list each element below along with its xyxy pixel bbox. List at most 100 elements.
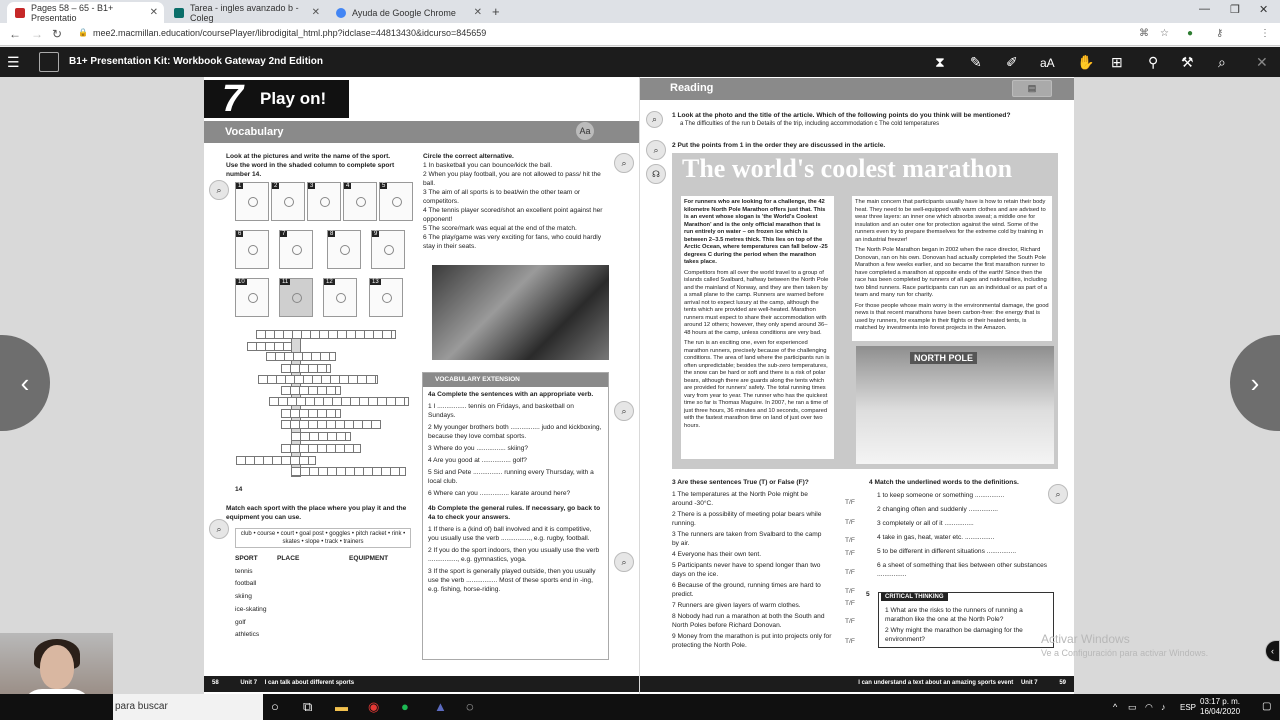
task-view-icon[interactable]: ⧉ [303, 699, 312, 715]
crossword-row[interactable] [291, 432, 351, 441]
spotify-icon[interactable]: ● [401, 699, 409, 714]
tf-marker[interactable]: T/F [845, 617, 855, 626]
zoom-q2-icon[interactable]: ⌕ [646, 140, 666, 160]
language-indicator[interactable]: ESP [1180, 703, 1196, 712]
tab-chrome-help[interactable]: Ayuda de Google Chrome ✕ [328, 2, 488, 23]
app-icon[interactable]: ◌ [466, 699, 474, 714]
forward-icon[interactable]: → [31, 27, 43, 41]
tab-tarea[interactable]: Tarea - ingles avanzado b - Coleg ✕ [166, 2, 326, 23]
crossword-row[interactable] [266, 352, 336, 361]
app-icon[interactable]: ▲ [434, 699, 447, 714]
wifi-icon[interactable]: ◠ [1145, 702, 1153, 713]
cortana-icon[interactable]: ○ [271, 699, 279, 714]
audio-icon[interactable]: ☊ [646, 164, 666, 184]
q4-text: 4 Match the underlined words to the defi… [869, 479, 1019, 486]
sport-row: football [235, 580, 257, 587]
crossword-row[interactable] [281, 409, 341, 418]
zoom-q1-icon[interactable]: ⌕ [646, 111, 663, 128]
footer-unit: Unit 7 [1020, 680, 1038, 686]
zoom-ex1-icon[interactable]: ⌕ [209, 180, 229, 200]
menu-icon[interactable]: ☰ [7, 54, 20, 71]
zoom-ex2-icon[interactable]: ⌕ [209, 519, 229, 539]
grid-icon[interactable]: ⊞ [1111, 54, 1123, 71]
close-tab-icon[interactable]: ✕ [150, 7, 158, 18]
close-tab-icon[interactable]: ✕ [474, 7, 482, 18]
restore-icon[interactable]: ❐ [1230, 3, 1240, 16]
notifications-icon[interactable]: ▢ [1262, 701, 1271, 712]
tab-pages[interactable]: Pages 58 – 65 - B1+ Presentatio ✕ [7, 2, 164, 23]
article-paragraph: Competitors from all over the world trav… [684, 269, 829, 336]
zoom-ex4a-icon[interactable]: ⌕ [614, 401, 634, 421]
back-icon[interactable]: ← [9, 27, 21, 41]
crossword-row[interactable] [291, 467, 406, 476]
address-bar: ← → ↻ 🔒 mee2.macmillan.education/courseP… [0, 23, 1280, 46]
translate-icon[interactable]: ⌘ [1139, 28, 1149, 39]
north-pole-photo: NORTH POLE [856, 346, 1054, 464]
crossword-grid[interactable] [236, 328, 411, 480]
crossword-row[interactable] [236, 456, 316, 465]
new-tab-icon[interactable]: + [492, 4, 500, 19]
glossary-icon[interactable]: Aa [576, 122, 594, 140]
network-icon[interactable]: ▭ [1128, 702, 1137, 713]
font-size-icon[interactable]: aA [1040, 56, 1055, 70]
book-icon[interactable] [39, 52, 59, 72]
hourglass-icon[interactable]: ⧗ [935, 54, 945, 71]
reading-header: Reading [640, 78, 1074, 100]
url-field[interactable]: mee2.macmillan.education/coursePlayer/li… [93, 28, 486, 38]
extension-icon[interactable]: ● [1187, 28, 1193, 39]
tf-marker[interactable]: T/F [845, 637, 855, 646]
crossword-row[interactable] [281, 364, 331, 373]
crossword-14-label: 14 [235, 486, 243, 493]
search-icon[interactable]: ⌕ [1218, 54, 1226, 71]
tf-marker[interactable]: T/F [845, 599, 855, 608]
close-icon[interactable]: ✕ [1256, 54, 1268, 71]
taskbar-search[interactable]: para buscar [113, 694, 263, 720]
tf-marker[interactable]: T/F [845, 518, 855, 527]
zoom-ex4b-icon[interactable]: ⌕ [614, 552, 634, 572]
chrome-icon[interactable]: ◉ [368, 699, 379, 715]
crossword-row[interactable] [281, 386, 341, 395]
critical-thinking-box: CRITICAL THINKING 1 What are the risks t… [878, 592, 1054, 648]
q3-item: 3 The runners are taken from Svalbard to… [672, 531, 822, 547]
key-icon[interactable]: ⚷ [1216, 28, 1223, 39]
minimize-icon[interactable]: — [1199, 3, 1210, 15]
tools-icon[interactable]: ⚒ [1181, 54, 1194, 71]
taskbar-clock[interactable]: 03:17 p. m. 16/04/2020 [1200, 697, 1240, 717]
question-4: 4 Match the underlined words to the defi… [869, 478, 1049, 579]
tf-marker[interactable]: T/F [845, 549, 855, 558]
zoom-q4-icon[interactable]: ⌕ [1048, 484, 1068, 504]
q4-item: 1 to keep someone or something .........… [877, 492, 1005, 499]
tray-chevron-icon[interactable]: ^ [1113, 702, 1117, 712]
tab-label: Ayuda de Google Chrome [352, 7, 456, 18]
close-window-icon[interactable]: ✕ [1259, 3, 1268, 16]
crossword-row[interactable] [256, 330, 396, 339]
reload-icon[interactable]: ↻ [52, 27, 62, 41]
q3-item: 8 Nobody had run a marathon at both the … [672, 613, 825, 629]
watermark-subtitle: Ve a Configuración para activar Windows. [1041, 648, 1209, 658]
lock-icon[interactable]: 🔒 [78, 28, 88, 37]
crossword-row[interactable] [281, 420, 381, 429]
crossword-row[interactable] [258, 375, 378, 384]
article-paragraph: For those people whose main worry is the… [855, 302, 1049, 332]
hand-icon[interactable]: ✋ [1077, 54, 1094, 71]
more-icon[interactable]: ⋮ [1260, 28, 1270, 39]
crossword-row[interactable] [269, 397, 409, 406]
zoom-ex3-icon[interactable]: ⌕ [614, 153, 634, 173]
tf-marker[interactable]: T/F [845, 568, 855, 577]
picture-1: 1 [235, 182, 269, 221]
side-tab-icon[interactable]: ‹ [1265, 640, 1280, 662]
crossword-row[interactable] [281, 444, 361, 453]
close-tab-icon[interactable]: ✕ [312, 7, 320, 18]
tf-marker[interactable]: T/F [845, 498, 855, 507]
section-title: Vocabulary [225, 126, 284, 138]
bookmark-star-icon[interactable]: ☆ [1160, 28, 1169, 39]
volume-icon[interactable]: ♪ [1161, 702, 1166, 712]
file-explorer-icon[interactable]: ▬ [335, 699, 348, 714]
article-paragraph: The North Pole Marathon began in 2002 wh… [855, 247, 1048, 298]
pin-icon[interactable]: ⚲ [1148, 54, 1158, 71]
marker-icon[interactable]: ✐ [1006, 54, 1018, 71]
pencil-icon[interactable]: ✎ [970, 54, 982, 71]
tf-marker[interactable]: T/F [845, 587, 855, 596]
crossword-row[interactable] [247, 342, 292, 351]
tf-marker[interactable]: T/F [845, 536, 855, 545]
